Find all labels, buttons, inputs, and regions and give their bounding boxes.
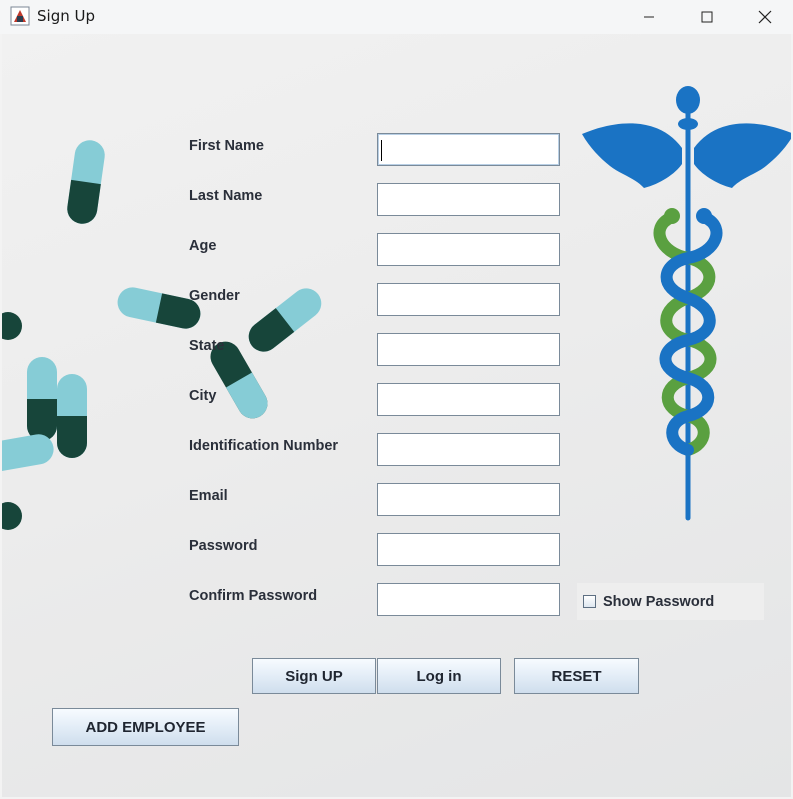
pill-6 (57, 374, 87, 458)
password-field[interactable] (377, 533, 560, 566)
last-name-field[interactable] (377, 183, 560, 216)
show-password-label: Show Password (603, 593, 715, 610)
text-caret (381, 140, 382, 161)
first-name-field[interactable] (377, 133, 560, 166)
window-title: Sign Up (37, 7, 95, 25)
state-label: State (189, 338, 225, 354)
last-name-label: Last Name (189, 188, 263, 204)
close-button[interactable] (736, 0, 793, 34)
age-field[interactable] (377, 233, 560, 266)
maximize-icon (701, 11, 713, 23)
minimize-button[interactable] (620, 0, 678, 34)
age-label: Age (189, 238, 217, 254)
pill-8 (2, 312, 22, 340)
identification-number-label: Identification Number (189, 438, 339, 454)
gender-label: Gender (189, 288, 240, 304)
identification-number-field[interactable] (377, 433, 560, 466)
city-field[interactable] (377, 383, 560, 416)
sign-up-button[interactable]: Sign UP (252, 658, 376, 694)
pill-3 (248, 288, 322, 352)
log-in-button[interactable]: Log in (377, 658, 501, 694)
close-icon (758, 10, 772, 24)
confirm-password-label: Confirm Password (189, 588, 318, 604)
pill-9 (2, 502, 22, 530)
caduceus-icon (582, 86, 791, 521)
checkbox-icon[interactable] (583, 595, 596, 608)
title-bar: Sign Up (0, 0, 793, 34)
pill-5 (27, 357, 57, 441)
add-employee-button[interactable]: ADD EMPLOYEE (52, 708, 239, 746)
minimize-icon (644, 16, 654, 18)
pill-1 (67, 140, 105, 224)
state-field[interactable] (377, 333, 560, 366)
pill-7 (2, 434, 54, 474)
form-panel: First Name Last Name Age Gender State Ci… (2, 34, 791, 797)
maximize-button[interactable] (678, 0, 736, 34)
confirm-password-field[interactable] (377, 583, 560, 616)
reset-button[interactable]: RESET (514, 658, 639, 694)
email-label: Email (189, 488, 228, 504)
password-label: Password (189, 538, 258, 554)
show-password-checkbox[interactable]: Show Password (577, 583, 764, 620)
first-name-label: First Name (189, 138, 264, 154)
signup-window: Sign Up First Name Last Name Age Gender … (0, 0, 793, 799)
email-field[interactable] (377, 483, 560, 516)
city-label: City (189, 388, 217, 404)
java-app-icon (10, 6, 30, 26)
gender-field[interactable] (377, 283, 560, 316)
